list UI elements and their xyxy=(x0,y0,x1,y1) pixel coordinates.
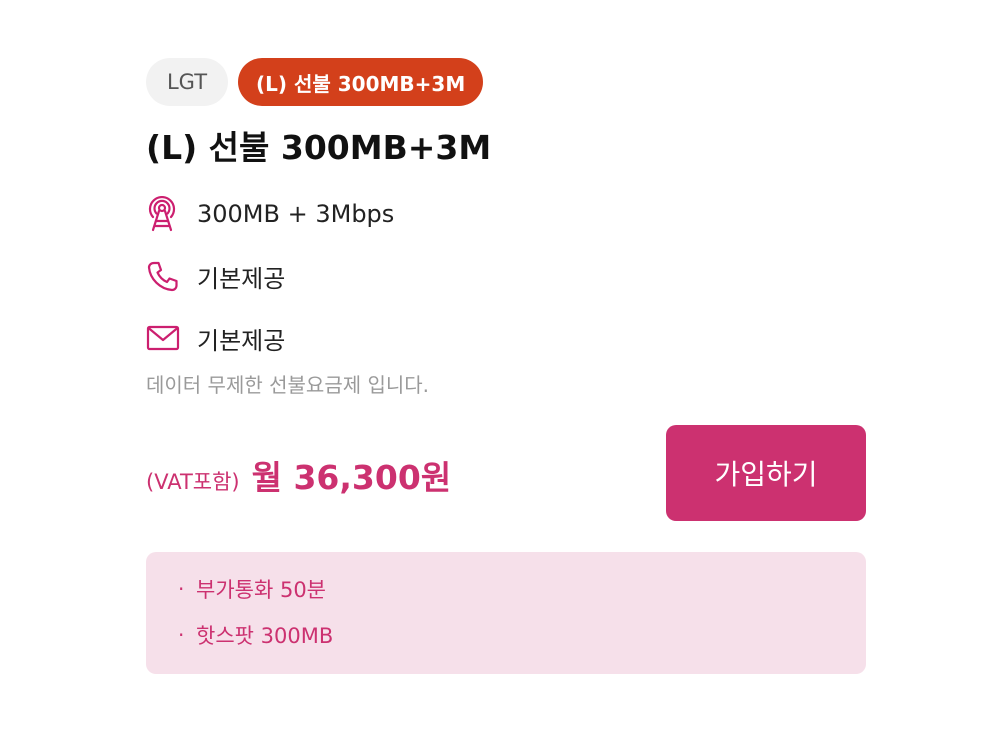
price-row: (VAT포함) 월 36,300원 가입하기 xyxy=(146,425,866,521)
benefit-item: · 핫스팟 300MB xyxy=(178,620,866,650)
price: (VAT포함) 월 36,300원 xyxy=(146,451,451,499)
mail-icon xyxy=(146,318,186,358)
feature-message: 기본제공 xyxy=(146,318,866,358)
benefits-box: · 부가통화 50분 · 핫스팟 300MB xyxy=(146,552,866,674)
vat-label: (VAT포함) xyxy=(146,470,240,494)
bullet: · xyxy=(178,577,185,601)
price-amount: 월 36,300원 xyxy=(251,458,452,497)
bullet: · xyxy=(178,623,185,647)
feature-data-text: 300MB + 3Mbps xyxy=(197,200,395,228)
tag-row: LGT (L) 선불 300MB+3M xyxy=(146,58,866,106)
feature-call-text: 기본제공 xyxy=(197,264,286,293)
plan-card: LGT (L) 선불 300MB+3M (L) 선불 300MB+3M 300M… xyxy=(146,58,866,674)
feature-message-text: 기본제공 xyxy=(197,326,286,355)
feature-list: 300MB + 3Mbps 기본제공 기본제공 xyxy=(146,194,866,358)
plan-title: (L) 선불 300MB+3M xyxy=(146,128,492,167)
carrier-chip: LGT xyxy=(146,58,228,106)
join-button[interactable]: 가입하기 xyxy=(666,425,866,521)
plan-description: 데이터 무제한 선불요금제 입니다. xyxy=(146,373,430,397)
phone-icon xyxy=(146,256,186,296)
feature-data: 300MB + 3Mbps xyxy=(146,194,866,234)
plan-chip: (L) 선불 300MB+3M xyxy=(238,58,484,106)
benefit-text: 핫스팟 300MB xyxy=(196,624,334,648)
benefit-item: · 부가통화 50분 xyxy=(178,574,866,604)
feature-call: 기본제공 xyxy=(146,256,866,296)
benefit-text: 부가통화 50분 xyxy=(196,578,326,602)
antenna-icon xyxy=(146,194,186,234)
